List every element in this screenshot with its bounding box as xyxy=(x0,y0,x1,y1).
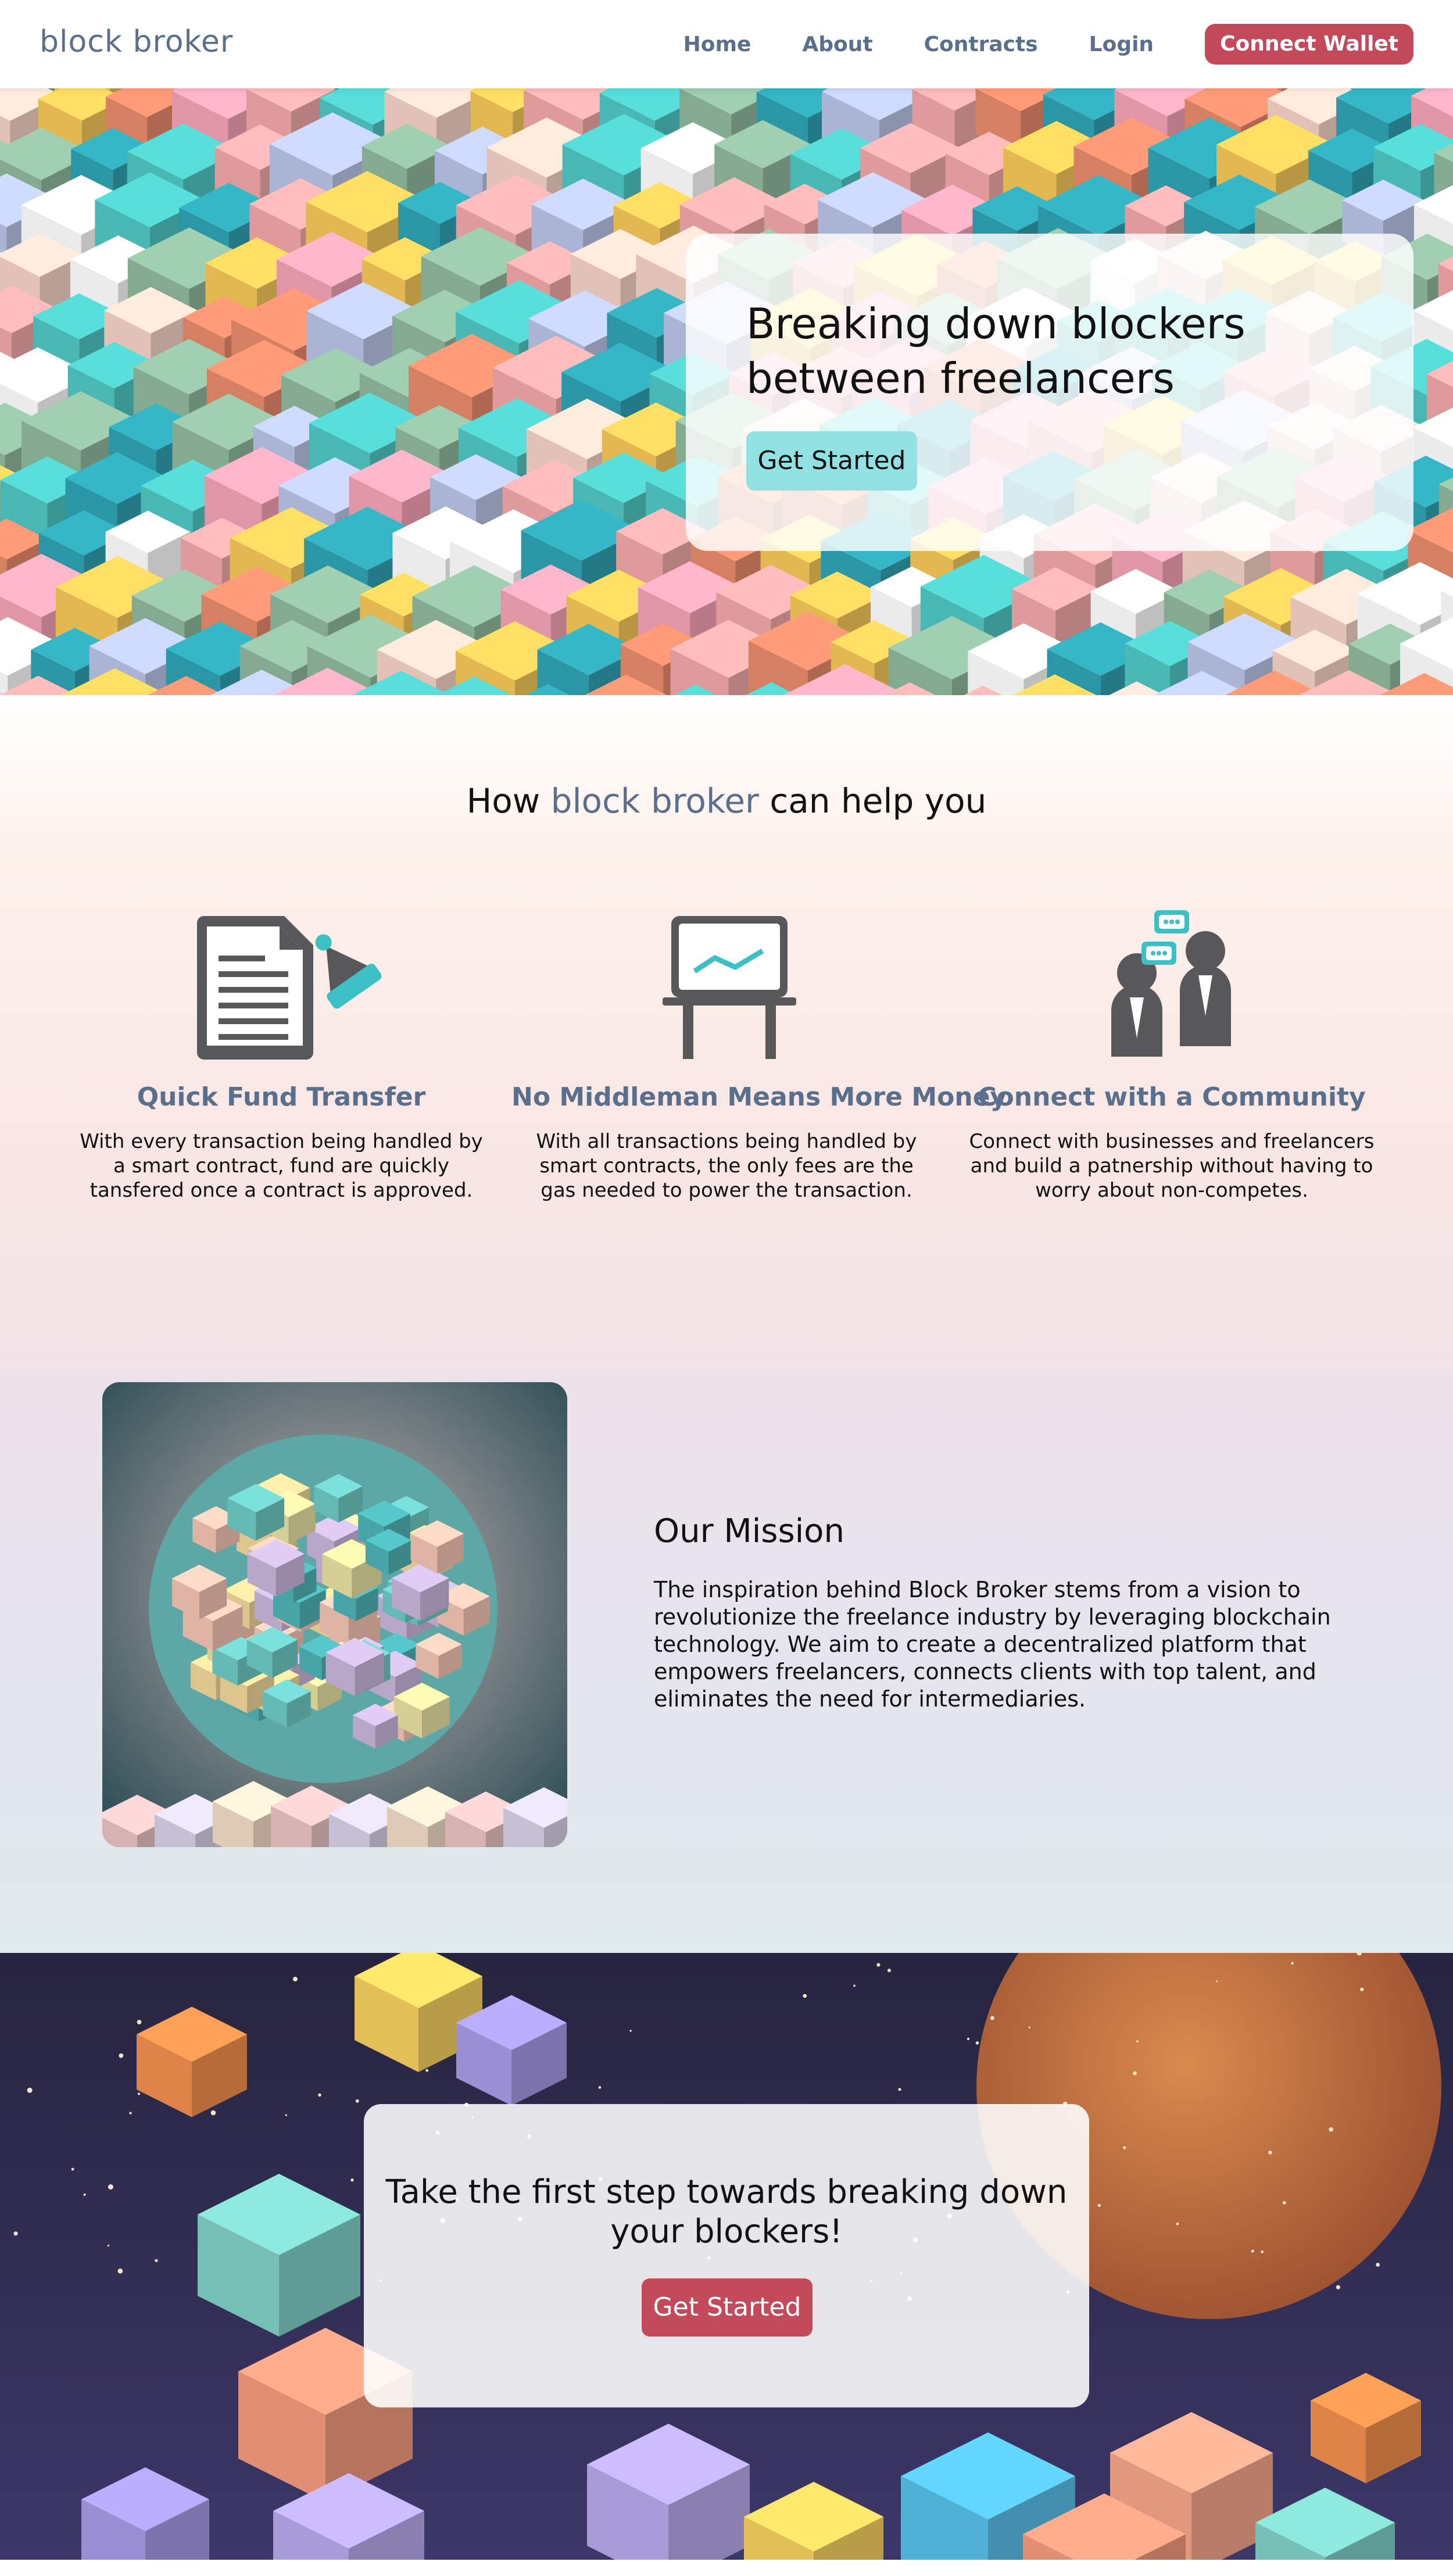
nav-links: Home About Contracts Login Connect Walle… xyxy=(683,23,1413,65)
cta-title: Take the first step towards breaking dow… xyxy=(385,2173,1068,2251)
mission-sphere-image xyxy=(102,1382,567,1847)
nav-link-contracts[interactable]: Contracts xyxy=(924,33,1038,56)
feature-card-quick-fund: Quick Fund Transfer With every transacti… xyxy=(66,904,496,1203)
people-chat-icon xyxy=(1111,910,1231,1057)
cta-section: Take the first step towards breaking dow… xyxy=(0,1953,1453,2560)
connect-wallet-button[interactable]: Connect Wallet xyxy=(1205,24,1413,65)
hero-section: Breaking down blockers between freelance… xyxy=(0,88,1453,695)
features-heading-suffix: can help you xyxy=(758,781,987,821)
feature-title: No Middleman Means More Money xyxy=(511,1082,1007,1112)
nav-link-home[interactable]: Home xyxy=(683,33,751,56)
hero-card: Breaking down blockers between freelance… xyxy=(686,234,1413,551)
brand-logo[interactable]: block broker xyxy=(40,24,233,59)
features-section: How block broker can help you Quick Fund… xyxy=(0,695,1453,1369)
feature-title: Connect with a Community xyxy=(978,1082,1366,1112)
cube-sphere-illustration xyxy=(102,1382,567,1847)
mission-text: The inspiration behind Block Broker stem… xyxy=(654,1577,1331,1712)
document-pen-icon xyxy=(197,916,382,1060)
features-heading-brand: block broker xyxy=(550,781,759,821)
cta-card: Take the first step towards breaking dow… xyxy=(364,2104,1089,2407)
feature-title: Quick Fund Transfer xyxy=(137,1082,426,1112)
feature-card-community: Connect with a Community Connect with bu… xyxy=(957,904,1387,1203)
navbar: block broker Home About Contracts Login … xyxy=(0,0,1453,88)
hero-get-started-button[interactable]: Get Started xyxy=(746,431,917,491)
feature-description: Connect with businesses and freelancers … xyxy=(969,1130,1375,1202)
hero-title: Breaking down blockers between freelance… xyxy=(746,299,1246,403)
nav-link-login[interactable]: Login xyxy=(1089,33,1154,56)
feature-card-no-middleman: No Middleman Means More Money With all t… xyxy=(511,904,1007,1203)
mission-section: Our Mission The inspiration behind Block… xyxy=(0,1369,1453,1953)
features-heading-prefix: How xyxy=(466,781,551,821)
mission-heading: Our Mission xyxy=(654,1512,844,1550)
feature-description: With all transactions being handled by s… xyxy=(536,1130,917,1202)
feature-description: With every transaction being handled by … xyxy=(80,1130,483,1202)
presentation-board-icon xyxy=(663,916,796,1059)
nav-link-about[interactable]: About xyxy=(802,33,872,56)
cta-get-started-button[interactable]: Get Started xyxy=(642,2278,813,2337)
features-heading: How block broker can help you xyxy=(0,781,1453,821)
